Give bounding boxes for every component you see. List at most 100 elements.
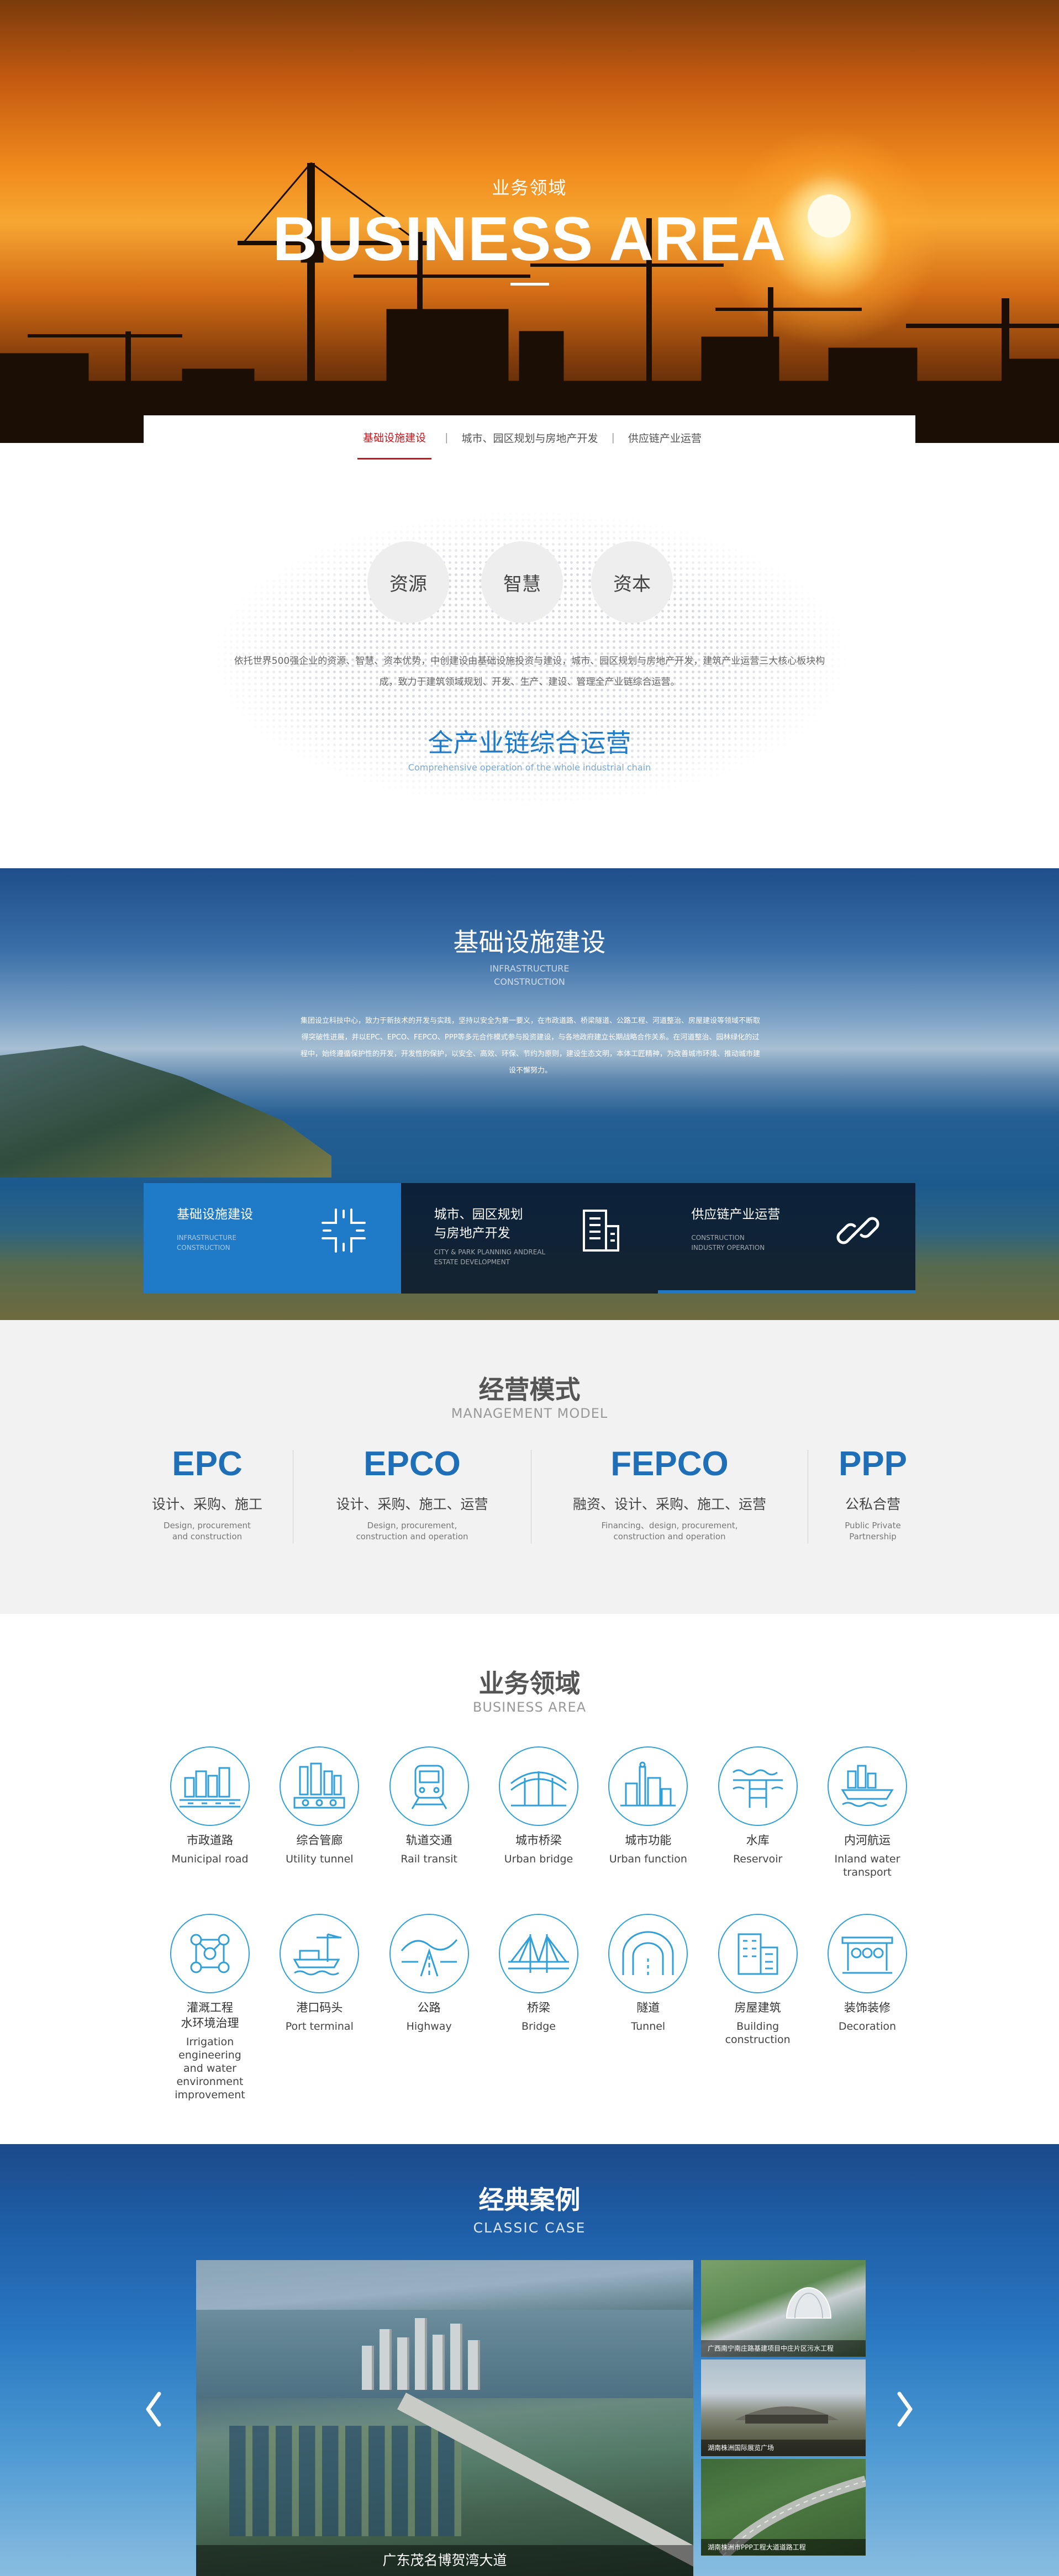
model-ppp: PPP 公私合营 Public Private Partnership — [808, 1444, 937, 1560]
utility-tunnel-icon — [280, 1746, 360, 1826]
bridge-icon — [498, 1914, 578, 1993]
business-item-label-en-line: improvement — [175, 2089, 245, 2101]
infrastructure-title-en: INFRASTRUCTURE CONSTRUCTION — [0, 962, 1059, 989]
business-item-label-en: Reservoir — [733, 1853, 783, 1865]
urban-bridge-icon — [498, 1746, 578, 1826]
infrastructure-section: 基础设施建设 INFRASTRUCTURE CONSTRUCTION 集团设立科… — [0, 868, 1059, 1320]
intro-description: 依托世界500强企业的资源、智慧、资本优势，中创建设由基础设施投资与建设，城市、… — [234, 656, 825, 688]
business-item-label-en: Decoration — [838, 2020, 897, 2033]
card-city-planning[interactable]: 城市、园区规划 与房地产开发 CITY & PARK PLANNING ANDR… — [401, 1183, 658, 1294]
model-name-cn: 融资、设计、采购、施工、运营 — [572, 1496, 766, 1512]
business-item-label-en: Port terminal — [285, 2020, 354, 2033]
business-item-label-en-line: and water environment — [176, 2062, 244, 2088]
business-item-irrigation[interactable]: 灌溉工程 水环境治理 Irrigation engineering and wa… — [160, 1914, 260, 2102]
business-item-label-en: Urban function — [609, 1853, 687, 1865]
infrastructure-title-en-line: INFRASTRUCTURE — [489, 963, 570, 974]
circle-capital: 资本 — [591, 541, 673, 623]
business-item-inland-water-transport[interactable]: 内河航运 Inland water transport — [818, 1746, 917, 1879]
model-epco: EPCO 设计、采购、施工、运营 Design, procurement, co… — [293, 1444, 531, 1560]
business-item-highway[interactable]: 公路 Highway — [380, 1914, 479, 2102]
business-item-label-en: Irrigation engineering and water environ… — [160, 2035, 260, 2102]
business-item-label-en: Inland water transport — [818, 1852, 917, 1879]
business-item-label-en: Rail transit — [401, 1853, 457, 1865]
model-name-en: Financing、design, procurement, construct… — [531, 1520, 808, 1542]
category-cards: 基础设施建设 INFRASTRUCTURE CONSTRUCTION 城市、园区… — [144, 1183, 916, 1294]
case-thumb-1[interactable]: 广西南宁南庄路基建项目中庄片区污水工程 — [701, 2260, 866, 2357]
model-name-en-line: Financing、design, procurement, — [601, 1521, 738, 1530]
business-item-label-cn: 轨道交通 — [405, 1834, 452, 1847]
business-item-urban-bridge[interactable]: 城市桥梁 Urban bridge — [489, 1746, 588, 1879]
business-item-label-cn: 市政道路 — [187, 1834, 233, 1847]
business-item-bridge[interactable]: 桥梁 Bridge — [489, 1914, 588, 2102]
management-title: 经营模式 — [478, 1375, 581, 1405]
urban-function-icon — [608, 1746, 688, 1826]
business-item-rail-transit[interactable]: 轨道交通 Rail transit — [380, 1746, 479, 1879]
mountain-landscape — [0, 1045, 331, 1178]
subnav-separator: | — [611, 431, 615, 444]
business-item-port-terminal[interactable]: 港口码头 Port terminal — [270, 1914, 369, 2102]
business-item-utility-tunnel[interactable]: 综合管廊 Utility tunnel — [270, 1746, 369, 1879]
business-title: 业务领域 — [478, 1669, 581, 1698]
chevron-left-icon[interactable] — [143, 2387, 165, 2431]
case-main-caption: 广东茂名博贺湾大道 — [196, 2545, 693, 2576]
case-thumb-caption: 湖南株洲国际展览广场 — [701, 2440, 866, 2456]
subnav-item-supply-chain[interactable]: 供应链产业运营 — [628, 430, 702, 445]
model-code: FEPCO — [610, 1445, 729, 1483]
model-name-en: Design, procurement and construction — [122, 1520, 293, 1542]
case-thumb-caption: 广西南宁南庄路基建项目中庄片区污水工程 — [701, 2340, 866, 2357]
building-icon — [583, 1210, 620, 1252]
fish-ponds — [229, 2426, 461, 2536]
business-item-decoration[interactable]: 装饰装修 Decoration — [818, 1914, 917, 2102]
case-thumb-caption: 湖南株洲市PPP工程大道道路工程 — [701, 2539, 866, 2556]
card-supply-chain[interactable]: 供应链产业运营 CONSTRUCTION INDUSTRY OPERATION — [658, 1183, 916, 1294]
business-subtitle: BUSINESS AREA — [472, 1699, 587, 1715]
business-item-label-cn: 装饰装修 — [844, 2001, 891, 2014]
infrastructure-title: 基础设施建设 — [453, 927, 606, 957]
intro-subtitle: Comprehensive operation of the whole ind… — [408, 762, 651, 773]
subnav-item-infrastructure[interactable]: 基础设施建设 — [357, 415, 432, 460]
case-thumb-2[interactable]: 湖南株洲国际展览广场 — [701, 2359, 866, 2456]
business-item-label-en: Bridge — [521, 2020, 556, 2033]
model-name-en-line: Design, procurement — [164, 1521, 251, 1530]
business-item-tunnel[interactable]: 隧道 Tunnel — [598, 1914, 698, 2102]
business-item-reservoir[interactable]: 水库 Reservoir — [708, 1746, 808, 1879]
cases-title: 经典案例 — [478, 2185, 581, 2215]
business-item-municipal-road[interactable]: 市政道路 Municipal road — [160, 1746, 260, 1879]
chevron-right-icon[interactable] — [894, 2387, 916, 2431]
business-area-section: 业务领域 BUSINESS AREA 市政道路 Municipal road 综… — [0, 1614, 1059, 2144]
cases-subtitle: CLASSIC CASE — [473, 2220, 586, 2236]
management-model-section: 经营模式 MANAGEMENT MODEL EPC 设计、采购、施工 Desig… — [0, 1320, 1059, 1614]
business-item-label-cn: 房屋建筑 — [734, 2001, 781, 2014]
business-item-label-en: Tunnel — [631, 2020, 666, 2033]
card-infrastructure[interactable]: 基础设施建设 INFRASTRUCTURE CONSTRUCTION — [144, 1183, 401, 1294]
model-name-en: Public Private Partnership — [808, 1520, 937, 1542]
model-epc: EPC 设计、采购、施工 Design, procurement and con… — [122, 1444, 293, 1560]
decoration-icon — [827, 1914, 907, 1993]
case-thumb-3[interactable]: 湖南株洲市PPP工程大道道路工程 — [701, 2459, 866, 2556]
exhibition-hall — [734, 2406, 839, 2424]
model-name-en-line: Design, procurement, — [367, 1521, 457, 1530]
inland-water-transport-icon — [827, 1746, 907, 1826]
business-item-building-construction[interactable]: 房屋建筑 Building construction — [708, 1914, 808, 2102]
model-name-en-line: construction and operation — [356, 1532, 468, 1542]
classic-case-section: 经典案例 CLASSIC CASE 广东茂名博贺湾大道 广西南宁南庄路基建项目中… — [0, 2144, 1059, 2576]
model-name-cn: 公私合营 — [845, 1496, 900, 1512]
subnav-item-city-planning[interactable]: 城市、园区规划与房地产开发 — [461, 430, 598, 445]
business-item-label-cn: 港口码头 — [296, 2001, 343, 2014]
business-item-label-en-line: Inland water — [834, 1853, 900, 1865]
model-name-cn: 设计、采购、施工 — [151, 1496, 262, 1512]
model-code: EPCO — [363, 1445, 461, 1483]
business-item-label-en-line: Irrigation engineering — [178, 2036, 241, 2061]
card-underline — [658, 1290, 916, 1294]
tunnel-icon — [608, 1914, 688, 1993]
business-item-urban-function[interactable]: 城市功能 Urban function — [598, 1746, 698, 1879]
intro-section: 资源 智慧 资本 依托世界500强企业的资源、智慧、资本优势，中创建设由基础设施… — [0, 460, 1059, 868]
case-main-image[interactable]: 广东茂名博贺湾大道 — [196, 2260, 693, 2576]
circle-wisdom: 智慧 — [481, 541, 563, 623]
irrigation-icon — [170, 1914, 250, 1993]
sub-navigation: 基础设施建设 | 城市、园区规划与房地产开发 | 供应链产业运营 — [144, 415, 915, 460]
building-construction-icon — [718, 1914, 798, 1993]
business-row-2: 灌溉工程 水环境治理 Irrigation engineering and wa… — [160, 1914, 917, 2102]
business-item-label-en: Utility tunnel — [286, 1853, 354, 1865]
business-item-label-cn: 公路 — [417, 2001, 441, 2014]
